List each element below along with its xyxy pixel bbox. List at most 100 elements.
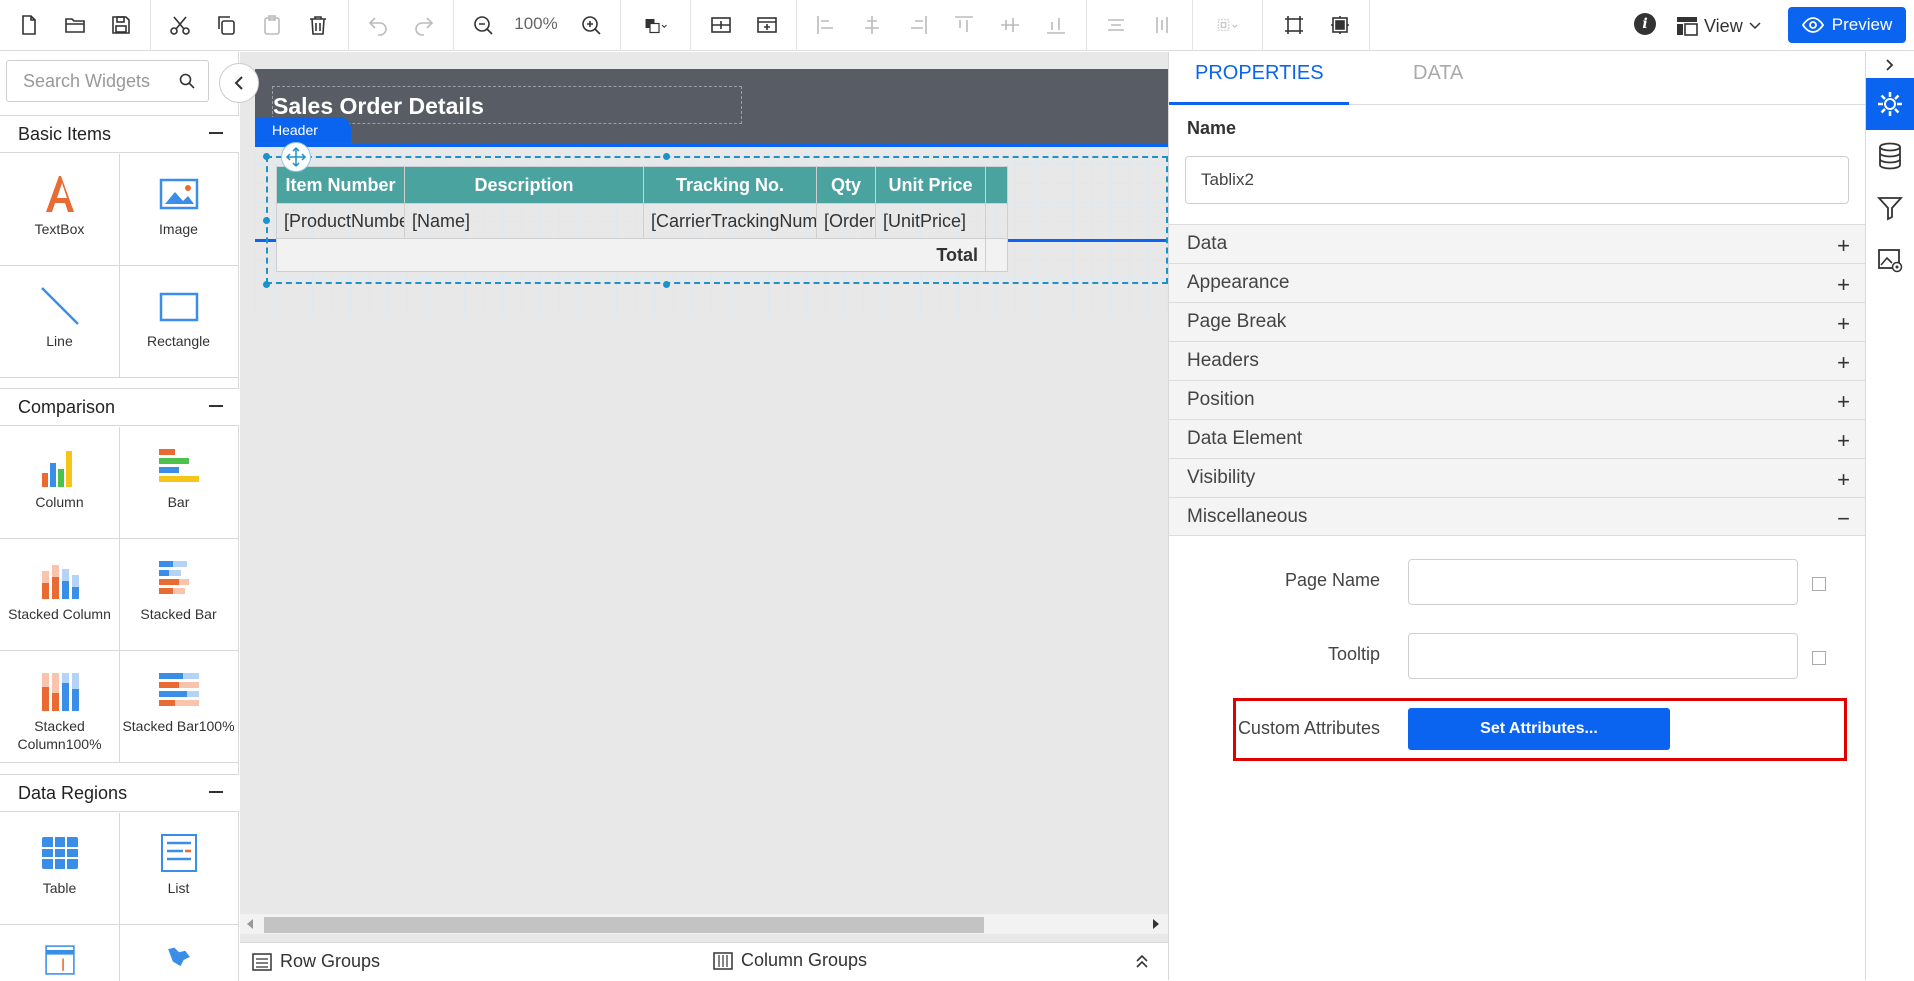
grouping-bar: Row Groups Column Groups (240, 942, 1168, 980)
name-label: Name (1187, 118, 1237, 138)
widget-bar[interactable]: Bar (119, 427, 239, 539)
collapse-minus-icon[interactable] (209, 791, 223, 793)
widget-map[interactable] (119, 925, 239, 981)
page-name-input[interactable] (1408, 559, 1798, 605)
collapse-minus-icon[interactable] (209, 132, 223, 134)
scrollbar-thumb[interactable] (264, 917, 984, 933)
insert-column-icon[interactable] (752, 10, 782, 40)
copy-icon[interactable] (211, 10, 241, 40)
widget-rectangle[interactable]: Rectangle (119, 266, 239, 378)
section-visibility[interactable]: Visibility + (1169, 458, 1866, 497)
expand-plus-icon[interactable]: + (1837, 467, 1850, 493)
resize-handle[interactable] (663, 153, 670, 160)
filter-button[interactable] (1866, 182, 1914, 234)
tooltip-input[interactable] (1408, 633, 1798, 679)
distribute-horizontal-icon[interactable] (1101, 10, 1131, 40)
widget-list[interactable]: List (119, 813, 239, 925)
widget-line[interactable]: Line (0, 266, 120, 378)
undo-icon[interactable] (363, 10, 393, 40)
stacked-bar-icon (158, 561, 189, 594)
align-right-icon[interactable] (903, 10, 933, 40)
save-icon[interactable] (106, 10, 136, 40)
widget-stacked-column-100[interactable]: Stacked Column100% (0, 651, 120, 763)
paste-icon[interactable] (257, 10, 287, 40)
collapse-properties-button[interactable] (1866, 52, 1914, 78)
horizontal-scrollbar[interactable] (240, 914, 1168, 934)
column-chart-icon (41, 451, 72, 487)
image-manager-button[interactable] (1866, 234, 1914, 286)
expand-plus-icon[interactable]: + (1837, 272, 1850, 298)
fit-width-icon[interactable] (1279, 10, 1309, 40)
widget-stacked-column[interactable]: Stacked Column (0, 539, 120, 651)
fill-color-icon[interactable] (634, 10, 678, 40)
collapse-minus-icon[interactable]: − (1837, 506, 1850, 532)
expand-plus-icon[interactable]: + (1837, 350, 1850, 376)
widget-panel: Search Widgets Basic Items TextBox Image… (0, 52, 239, 981)
row-groups-tab[interactable]: Row Groups (252, 951, 380, 972)
design-canvas[interactable]: Sales Order Details Header Item Number D… (240, 52, 1168, 942)
tooltip-expression-checkbox[interactable] (1812, 651, 1826, 665)
collapse-minus-icon[interactable] (209, 405, 223, 407)
expand-plus-icon[interactable]: + (1837, 389, 1850, 415)
widget-stacked-bar[interactable]: Stacked Bar (119, 539, 239, 651)
move-handle-icon[interactable] (281, 142, 311, 172)
cut-icon[interactable] (165, 10, 195, 40)
scroll-left-icon[interactable] (246, 919, 254, 929)
page-name-expression-checkbox[interactable] (1812, 577, 1826, 591)
section-position[interactable]: Position + (1169, 380, 1866, 419)
info-icon[interactable]: i (1634, 13, 1656, 35)
tab-data[interactable]: DATA (1413, 62, 1463, 85)
data-source-button[interactable] (1866, 130, 1914, 182)
name-input[interactable]: Tablix2 (1185, 156, 1849, 204)
resize-handle[interactable] (263, 153, 270, 160)
align-center-icon[interactable] (857, 10, 887, 40)
category-basic-items[interactable]: Basic Items (0, 115, 239, 153)
distribute-vertical-icon[interactable] (1147, 10, 1177, 40)
expand-up-icon[interactable] (1135, 953, 1149, 969)
scroll-right-icon[interactable] (1152, 919, 1160, 929)
widget-textbox[interactable]: TextBox (0, 154, 120, 266)
column-groups-tab[interactable]: Column Groups (713, 950, 867, 971)
resize-handle[interactable] (263, 281, 270, 288)
widget-stacked-bar-100[interactable]: Stacked Bar100% (119, 651, 239, 763)
stacked-column-icon (41, 565, 79, 599)
section-miscellaneous[interactable]: Miscellaneous − (1169, 497, 1866, 536)
expand-plus-icon[interactable]: + (1837, 428, 1850, 454)
expand-plus-icon[interactable]: + (1837, 233, 1850, 259)
view-dropdown[interactable]: View (1676, 12, 1761, 40)
expand-plus-icon[interactable]: + (1837, 311, 1850, 337)
report-header-area[interactable]: Sales Order Details (255, 69, 1168, 145)
zoom-level[interactable]: 100% (512, 14, 560, 34)
widget-column[interactable]: Column (0, 427, 120, 539)
redo-icon[interactable] (409, 10, 439, 40)
collapse-panel-button[interactable] (219, 63, 259, 103)
section-page-break[interactable]: Page Break + (1169, 302, 1866, 341)
category-data-regions[interactable]: Data Regions (0, 774, 239, 812)
new-file-icon[interactable] (14, 10, 44, 40)
preview-button[interactable]: Preview (1788, 7, 1906, 43)
widget-matrix[interactable] (0, 925, 120, 981)
resize-handle[interactable] (263, 217, 270, 224)
align-top-icon[interactable] (949, 10, 979, 40)
section-headers[interactable]: Headers + (1169, 341, 1866, 380)
group-icon[interactable] (1206, 10, 1250, 40)
widget-table[interactable]: Table (0, 813, 120, 925)
widget-image[interactable]: Image (119, 154, 239, 266)
tab-properties[interactable]: PROPERTIES (1195, 62, 1324, 85)
search-widgets-input[interactable]: Search Widgets (6, 60, 209, 102)
fit-page-icon[interactable] (1325, 10, 1355, 40)
delete-icon[interactable] (303, 10, 333, 40)
align-bottom-icon[interactable] (1041, 10, 1071, 40)
zoom-in-icon[interactable] (576, 10, 606, 40)
insert-row-icon[interactable] (706, 10, 736, 40)
open-folder-icon[interactable] (60, 10, 90, 40)
align-middle-icon[interactable] (995, 10, 1025, 40)
section-data[interactable]: Data + (1169, 224, 1866, 263)
properties-gear-button[interactable] (1866, 78, 1914, 130)
section-appearance[interactable]: Appearance + (1169, 263, 1866, 302)
section-data-element[interactable]: Data Element + (1169, 419, 1866, 458)
resize-handle[interactable] (663, 281, 670, 288)
zoom-out-icon[interactable] (468, 10, 498, 40)
align-left-icon[interactable] (811, 10, 841, 40)
category-comparison[interactable]: Comparison (0, 388, 239, 426)
